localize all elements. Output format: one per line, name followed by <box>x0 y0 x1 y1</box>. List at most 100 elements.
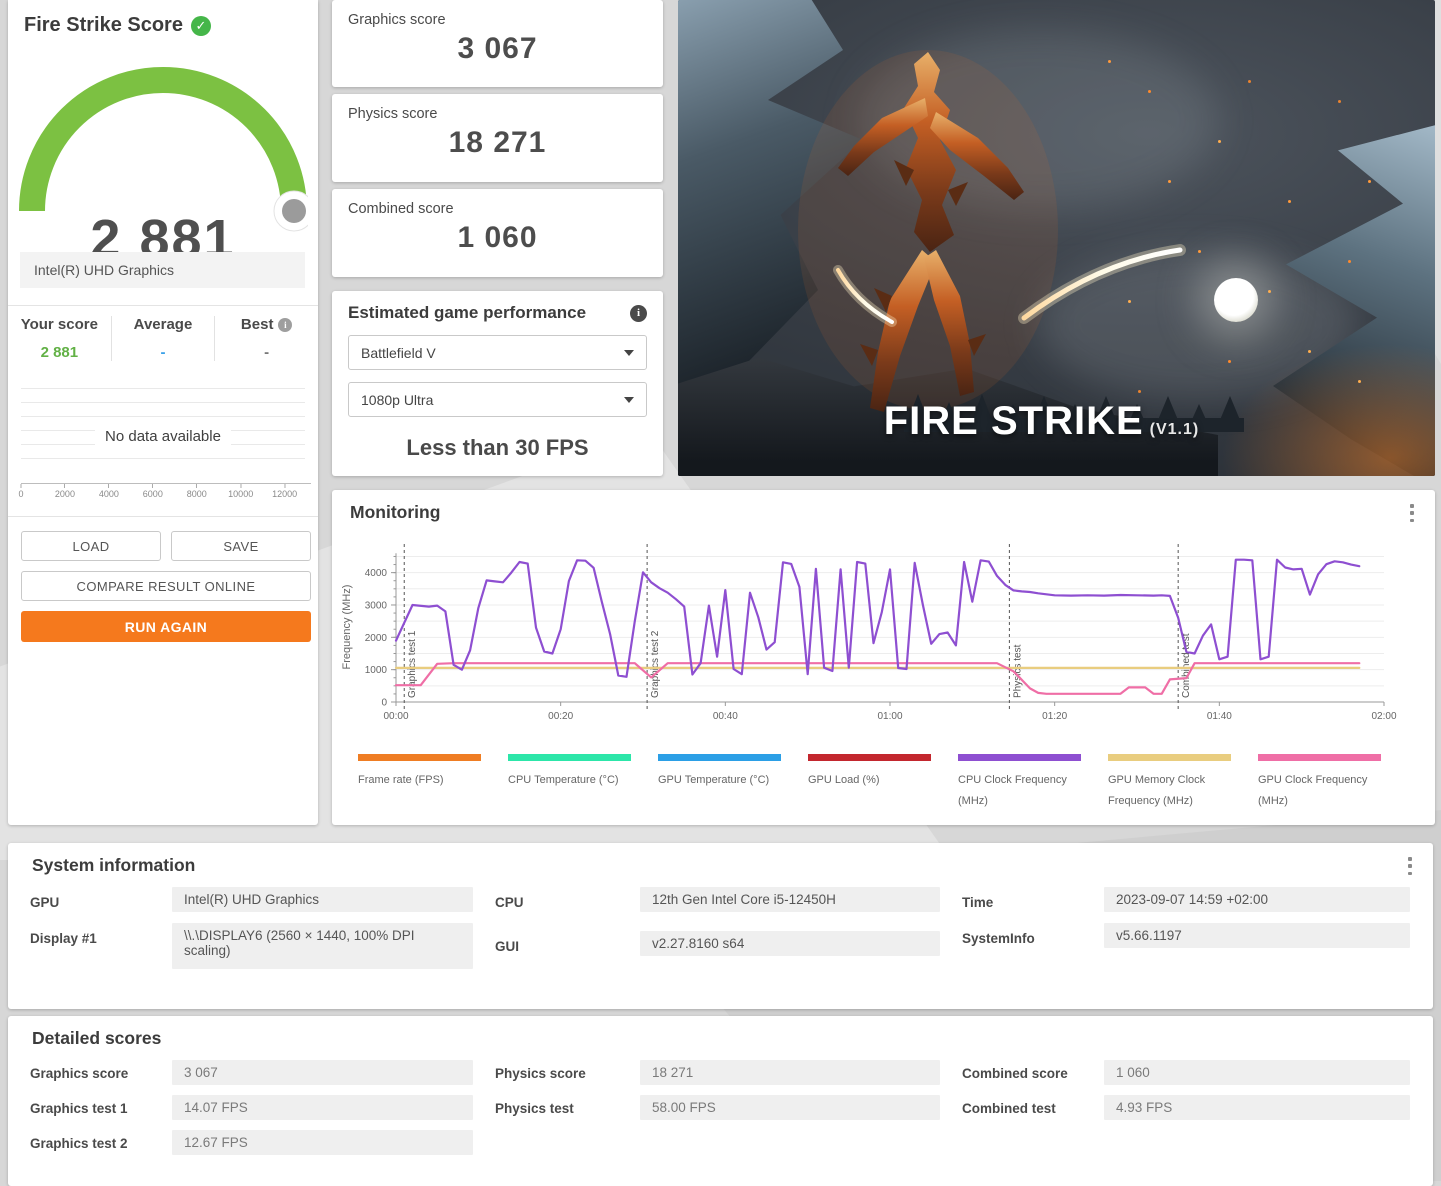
distribution-tick: 4000 <box>99 484 119 499</box>
combined-score-row-label: Combined score <box>962 1066 1068 1081</box>
gpu-name-box: Intel(R) UHD Graphics <box>20 252 305 288</box>
kebab-menu-icon[interactable] <box>1405 502 1419 524</box>
compare-result-online-button[interactable]: COMPARE RESULT ONLINE <box>21 571 311 601</box>
divider <box>8 305 318 306</box>
detailed-scores-title: Detailed scores <box>32 1028 161 1049</box>
legend-item: Frame rate (FPS) <box>358 754 508 812</box>
time-label: Time <box>962 895 993 910</box>
legend-item: GPU Temperature (°C) <box>658 754 808 812</box>
no-data-label: No data available <box>95 425 231 448</box>
svg-text:00:00: 00:00 <box>383 711 408 722</box>
gui-value: v2.27.8160 s64 <box>640 931 940 956</box>
legend-swatch <box>358 754 481 761</box>
distribution-tick: 10000 <box>228 484 253 499</box>
legend-label: GPU Clock Frequency (MHz) <box>1258 770 1408 812</box>
svg-text:01:40: 01:40 <box>1207 711 1232 722</box>
legend-label: CPU Clock Frequency (MHz) <box>958 770 1108 812</box>
run-again-button[interactable]: RUN AGAIN <box>21 611 311 642</box>
gpu-label: GPU <box>30 895 59 910</box>
kebab-menu-icon[interactable] <box>1403 855 1417 877</box>
svg-text:0: 0 <box>381 698 387 709</box>
graphics-score-row-label: Graphics score <box>30 1066 128 1081</box>
system-information-panel: System information GPU Intel(R) UHD Grap… <box>8 843 1433 1009</box>
display-value: \\.\DISPLAY6 (2560 × 1440, 100% DPI scal… <box>172 923 473 969</box>
legend-item: GPU Memory Clock Frequency (MHz) <box>1108 754 1258 812</box>
gpu-value: Intel(R) UHD Graphics <box>172 887 473 912</box>
average-label: Average <box>134 316 193 333</box>
fire-strike-hero-image: FIRE STRIKE(V1.1) <box>678 0 1435 476</box>
resolution-preset-select[interactable]: 1080p Ultra <box>348 382 647 417</box>
physics-score-row-label: Physics score <box>495 1066 586 1081</box>
svg-text:00:20: 00:20 <box>548 711 573 722</box>
physics-score-card: Physics score 18 271 <box>332 94 663 182</box>
estimated-game-performance-card: Estimated game performance i Battlefield… <box>332 291 663 476</box>
svg-text:Graphics test 1: Graphics test 1 <box>407 630 418 698</box>
score-comparison: Your score 2 881 Average - Best i - <box>8 316 318 361</box>
combined-score-card: Combined score 1 060 <box>332 189 663 277</box>
gui-label: GUI <box>495 939 519 954</box>
verified-check-icon: ✓ <box>191 16 211 36</box>
svg-text:1000: 1000 <box>365 665 388 676</box>
chevron-down-icon <box>624 397 634 403</box>
divider <box>8 516 318 517</box>
performance-info-icon[interactable]: i <box>630 305 647 322</box>
load-button[interactable]: LOAD <box>21 531 161 561</box>
physics-score-value: 18 271 <box>348 126 647 160</box>
legend-swatch <box>808 754 931 761</box>
best-value: - <box>215 344 318 361</box>
game-select-value: Battlefield V <box>361 345 436 361</box>
legend-swatch <box>1108 754 1231 761</box>
svg-text:01:20: 01:20 <box>1042 711 1067 722</box>
physics-test-label: Physics test <box>495 1101 574 1116</box>
average-value: - <box>112 344 215 361</box>
legend-swatch <box>1258 754 1381 761</box>
legend-swatch <box>508 754 631 761</box>
systeminfo-label: SystemInfo <box>962 931 1035 946</box>
svg-text:Combined test: Combined test <box>1181 633 1192 698</box>
svg-text:01:00: 01:00 <box>877 711 902 722</box>
graphics-score-value: 3 067 <box>348 32 647 66</box>
legend-label: CPU Temperature (°C) <box>508 770 658 791</box>
svg-text:Frequency (MHz): Frequency (MHz) <box>341 585 353 670</box>
fps-estimate: Less than 30 FPS <box>348 435 647 461</box>
score-distribution-chart: No data available <box>21 388 305 466</box>
legend-swatch <box>958 754 1081 761</box>
your-score-column: Your score 2 881 <box>8 316 111 361</box>
monitoring-title: Monitoring <box>350 502 440 523</box>
distribution-tick: 8000 <box>187 484 207 499</box>
physics-score-row-value: 18 271 <box>640 1060 940 1085</box>
hero-version: (V1.1) <box>1150 421 1200 438</box>
chart-legend: Frame rate (FPS)CPU Temperature (°C)GPU … <box>358 754 1408 812</box>
legend-label: GPU Memory Clock Frequency (MHz) <box>1108 770 1258 812</box>
best-score-column: Best i - <box>215 316 318 361</box>
physics-test-value: 58.00 FPS <box>640 1095 940 1120</box>
best-info-icon[interactable]: i <box>278 318 292 332</box>
time-value: 2023-09-07 14:59 +02:00 <box>1104 887 1410 912</box>
monitoring-chart: 01000200030004000Frequency (MHz)00:0000:… <box>336 542 1401 742</box>
your-score-value: 2 881 <box>8 344 111 361</box>
monitoring-panel: Monitoring 01000200030004000Frequency (M… <box>332 490 1435 825</box>
game-select[interactable]: Battlefield V <box>348 335 647 370</box>
combined-score-row-value: 1 060 <box>1104 1060 1410 1085</box>
physics-score-label: Physics score <box>348 106 647 122</box>
fire-strike-score-panel: Fire Strike Score ✓ 2 881 Intel(R) UHD G… <box>8 0 318 825</box>
distribution-tick: 2000 <box>55 484 75 499</box>
graphics-test1-label: Graphics test 1 <box>30 1101 128 1116</box>
distribution-tick: 6000 <box>143 484 163 499</box>
graphics-test2-value: 12.67 FPS <box>172 1130 473 1155</box>
your-score-label: Your score <box>21 316 98 333</box>
best-label: Best <box>241 316 274 333</box>
combined-test-label: Combined test <box>962 1101 1056 1116</box>
svg-text:02:00: 02:00 <box>1371 711 1396 722</box>
legend-item: CPU Temperature (°C) <box>508 754 658 812</box>
graphics-test2-label: Graphics test 2 <box>30 1136 128 1151</box>
legend-label: GPU Temperature (°C) <box>658 770 808 791</box>
save-button[interactable]: SAVE <box>171 531 311 561</box>
svg-text:00:40: 00:40 <box>713 711 738 722</box>
legend-label: Frame rate (FPS) <box>358 770 508 791</box>
graphics-score-card: Graphics score 3 067 <box>332 0 663 87</box>
legend-item: CPU Clock Frequency (MHz) <box>958 754 1108 812</box>
average-score-column: Average - <box>111 316 216 361</box>
svg-text:4000: 4000 <box>365 568 388 579</box>
distribution-tick: 12000 <box>272 484 297 499</box>
